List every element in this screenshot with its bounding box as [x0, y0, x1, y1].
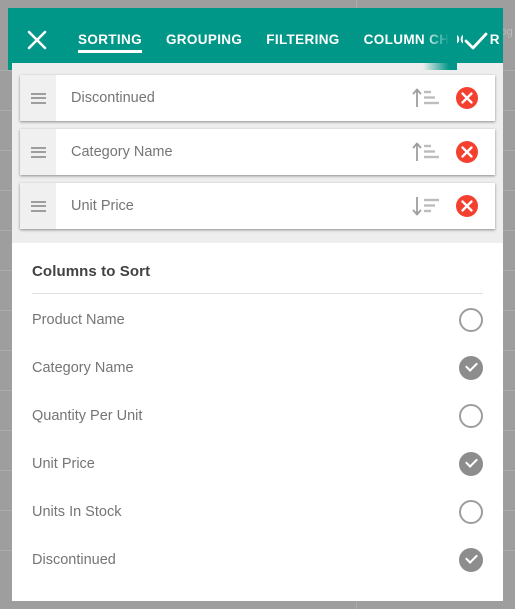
column-checkbox-unchecked-icon[interactable]: [459, 500, 483, 524]
column-label: Discontinued: [32, 552, 116, 568]
column-checkbox-unchecked-icon[interactable]: [459, 404, 483, 428]
confirm-check-icon[interactable]: [463, 30, 489, 52]
tab-sorting[interactable]: SORTING: [78, 18, 142, 61]
column-row-category-name[interactable]: Category Name: [12, 344, 503, 392]
remove-circle-icon[interactable]: [455, 86, 479, 110]
sort-ascending-icon[interactable]: [411, 86, 441, 110]
sort-criteria-label: Discontinued: [71, 90, 155, 106]
sort-ascending-icon[interactable]: [411, 140, 441, 164]
close-icon[interactable]: [26, 29, 48, 51]
column-label: Product Name: [32, 312, 125, 328]
column-row-product-name[interactable]: Product Name: [12, 296, 503, 344]
sort-criteria-label: Unit Price: [71, 198, 134, 214]
sorting-dialog: SORTING GROUPING FILTERING COLUMN CHOOSE…: [8, 8, 503, 601]
columns-panel: Columns to Sort Product Name Category Na…: [12, 243, 503, 601]
column-label: Units In Stock: [32, 504, 122, 520]
panel-title: Columns to Sort: [32, 263, 151, 280]
dialog-tabs: SORTING GROUPING FILTERING COLUMN CHOOSE…: [78, 8, 503, 70]
tab-grouping[interactable]: GROUPING: [166, 18, 242, 61]
column-row-discontinued[interactable]: Discontinued: [12, 536, 503, 584]
column-checkbox-checked-icon[interactable]: [459, 452, 483, 476]
sort-criteria-row[interactable]: Category Name: [20, 129, 495, 175]
tab-filtering[interactable]: FILTERING: [266, 18, 339, 61]
column-row-unit-price[interactable]: Unit Price: [12, 440, 503, 488]
sort-criteria-label: Category Name: [71, 144, 173, 160]
sort-descending-icon[interactable]: [411, 194, 441, 218]
drag-handle-icon[interactable]: [20, 183, 56, 229]
column-row-quantity-per-unit[interactable]: Quantity Per Unit: [12, 392, 503, 440]
column-row-units-in-stock[interactable]: Units In Stock: [12, 488, 503, 536]
remove-circle-icon[interactable]: [455, 194, 479, 218]
column-label: Category Name: [32, 360, 134, 376]
column-list: Product Name Category Name Quantity Per …: [12, 294, 503, 584]
column-label: Unit Price: [32, 456, 95, 472]
sort-criteria-row[interactable]: Unit Price: [20, 183, 495, 229]
sort-criteria-area: Discontinued Category Name Unit Price: [12, 63, 503, 243]
sort-criteria-row[interactable]: Discontinued: [20, 75, 495, 121]
drag-handle-icon[interactable]: [20, 75, 56, 121]
column-checkbox-checked-icon[interactable]: [459, 356, 483, 380]
remove-circle-icon[interactable]: [455, 140, 479, 164]
column-checkbox-checked-icon[interactable]: [459, 548, 483, 572]
column-checkbox-unchecked-icon[interactable]: [459, 308, 483, 332]
drag-handle-icon[interactable]: [20, 129, 56, 175]
dialog-header: SORTING GROUPING FILTERING COLUMN CHOOSE…: [8, 8, 503, 70]
column-label: Quantity Per Unit: [32, 408, 143, 424]
